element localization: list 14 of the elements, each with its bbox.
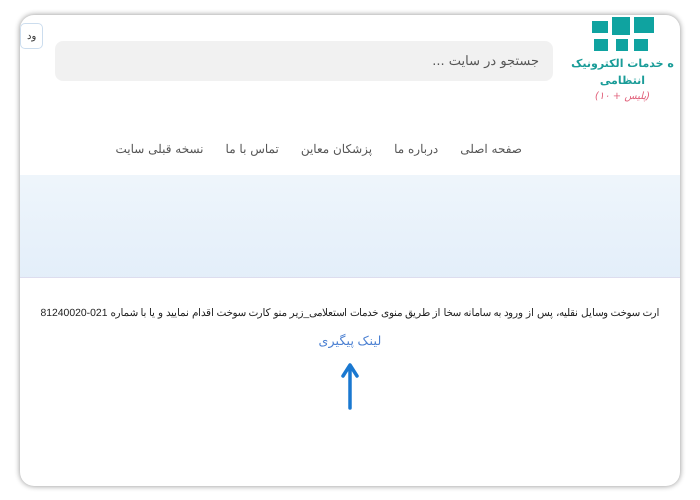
brand-name: ه خدمات الکترونیک: [571, 57, 674, 70]
brand-tagline: (پلیس + ۱۰): [594, 91, 650, 102]
login-button[interactable]: ود: [20, 23, 44, 49]
tracking-link[interactable]: لینک پیگیری: [318, 333, 382, 348]
nav-link[interactable]: درباره ما: [394, 142, 438, 156]
arrow-icon: [341, 362, 359, 410]
nav-link[interactable]: نسخه قبلی سایت: [116, 142, 204, 156]
nav-link[interactable]: پزشکان معاین: [300, 142, 372, 156]
nav-link[interactable]: صفحه اصلی: [460, 142, 522, 156]
nav-link[interactable]: تماس با ما: [226, 142, 279, 156]
instruction-text: ارت سوخت وسایل نقلیه، پس از ورود به سامانه سخا از طریق منوی خدمات استعلامی_زیر منو کارت سوخت اقدام نمایید و یا با شماره 021-81240020: [40, 307, 660, 319]
brand-name: انتظامی: [600, 74, 646, 87]
logo-icon: [590, 17, 656, 53]
search-field[interactable]: جستجو در سایت ...: [55, 41, 553, 81]
